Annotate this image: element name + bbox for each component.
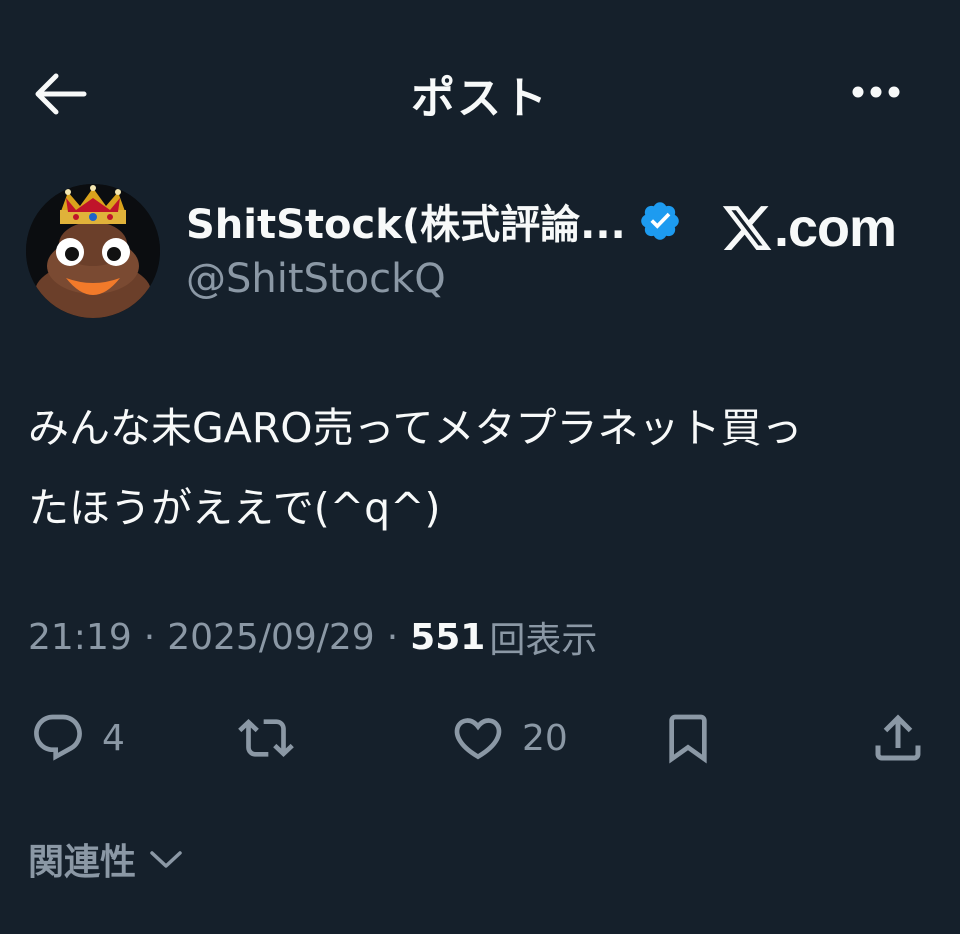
watermark-text: .com [774,198,897,258]
heart-icon [454,718,502,760]
view-count: 551 [410,616,486,658]
share-button[interactable] [868,708,928,768]
views-label: 回表示 [489,620,598,661]
action-bar: 4 20 [0,700,960,780]
chevron-down-icon [150,851,182,868]
meta-separator: · [386,616,399,658]
related-sort-dropdown[interactable]: 関連性 [28,834,184,884]
meta-separator: · [143,616,156,658]
display-name: ShitStock(株式評論... [186,202,626,248]
author-row: ShitStock(株式評論... @ShitStockQ .com [0,176,960,326]
more-button[interactable] [840,70,912,114]
like-count: 20 [522,717,568,759]
post-meta: 21:19 · 2025/09/29 · 551 回表示 [28,612,597,662]
author-handle[interactable]: @ShitStockQ [186,256,446,302]
verified-badge-icon [640,202,679,240]
post-date[interactable]: 2025/09/29 [167,617,375,658]
top-bar: ポスト [0,40,960,144]
like-button[interactable]: 20 [448,708,568,768]
retweet-icon [238,719,294,757]
retweet-button[interactable] [234,708,312,768]
more-horizontal-icon [852,86,900,98]
bookmark-button[interactable] [660,708,716,768]
reply-count: 4 [102,717,125,759]
reply-button[interactable]: 4 [28,708,125,768]
reply-icon [34,714,82,761]
bookmark-icon [669,714,707,764]
post-time[interactable]: 21:19 [28,617,132,658]
related-label: 関連性 [28,842,137,883]
avatar[interactable] [26,184,160,318]
share-icon [875,714,921,761]
x-logo-icon [722,206,772,250]
page-title: ポスト [411,73,549,124]
x-com-watermark: .com [720,198,897,258]
post-text: みんな未GARO売ってメタプラネット買っ たほうがええで(^q^) [28,404,803,532]
display-name-link[interactable]: ShitStock(株式評論... [186,196,682,248]
poop-king-avatar-icon [26,184,160,318]
